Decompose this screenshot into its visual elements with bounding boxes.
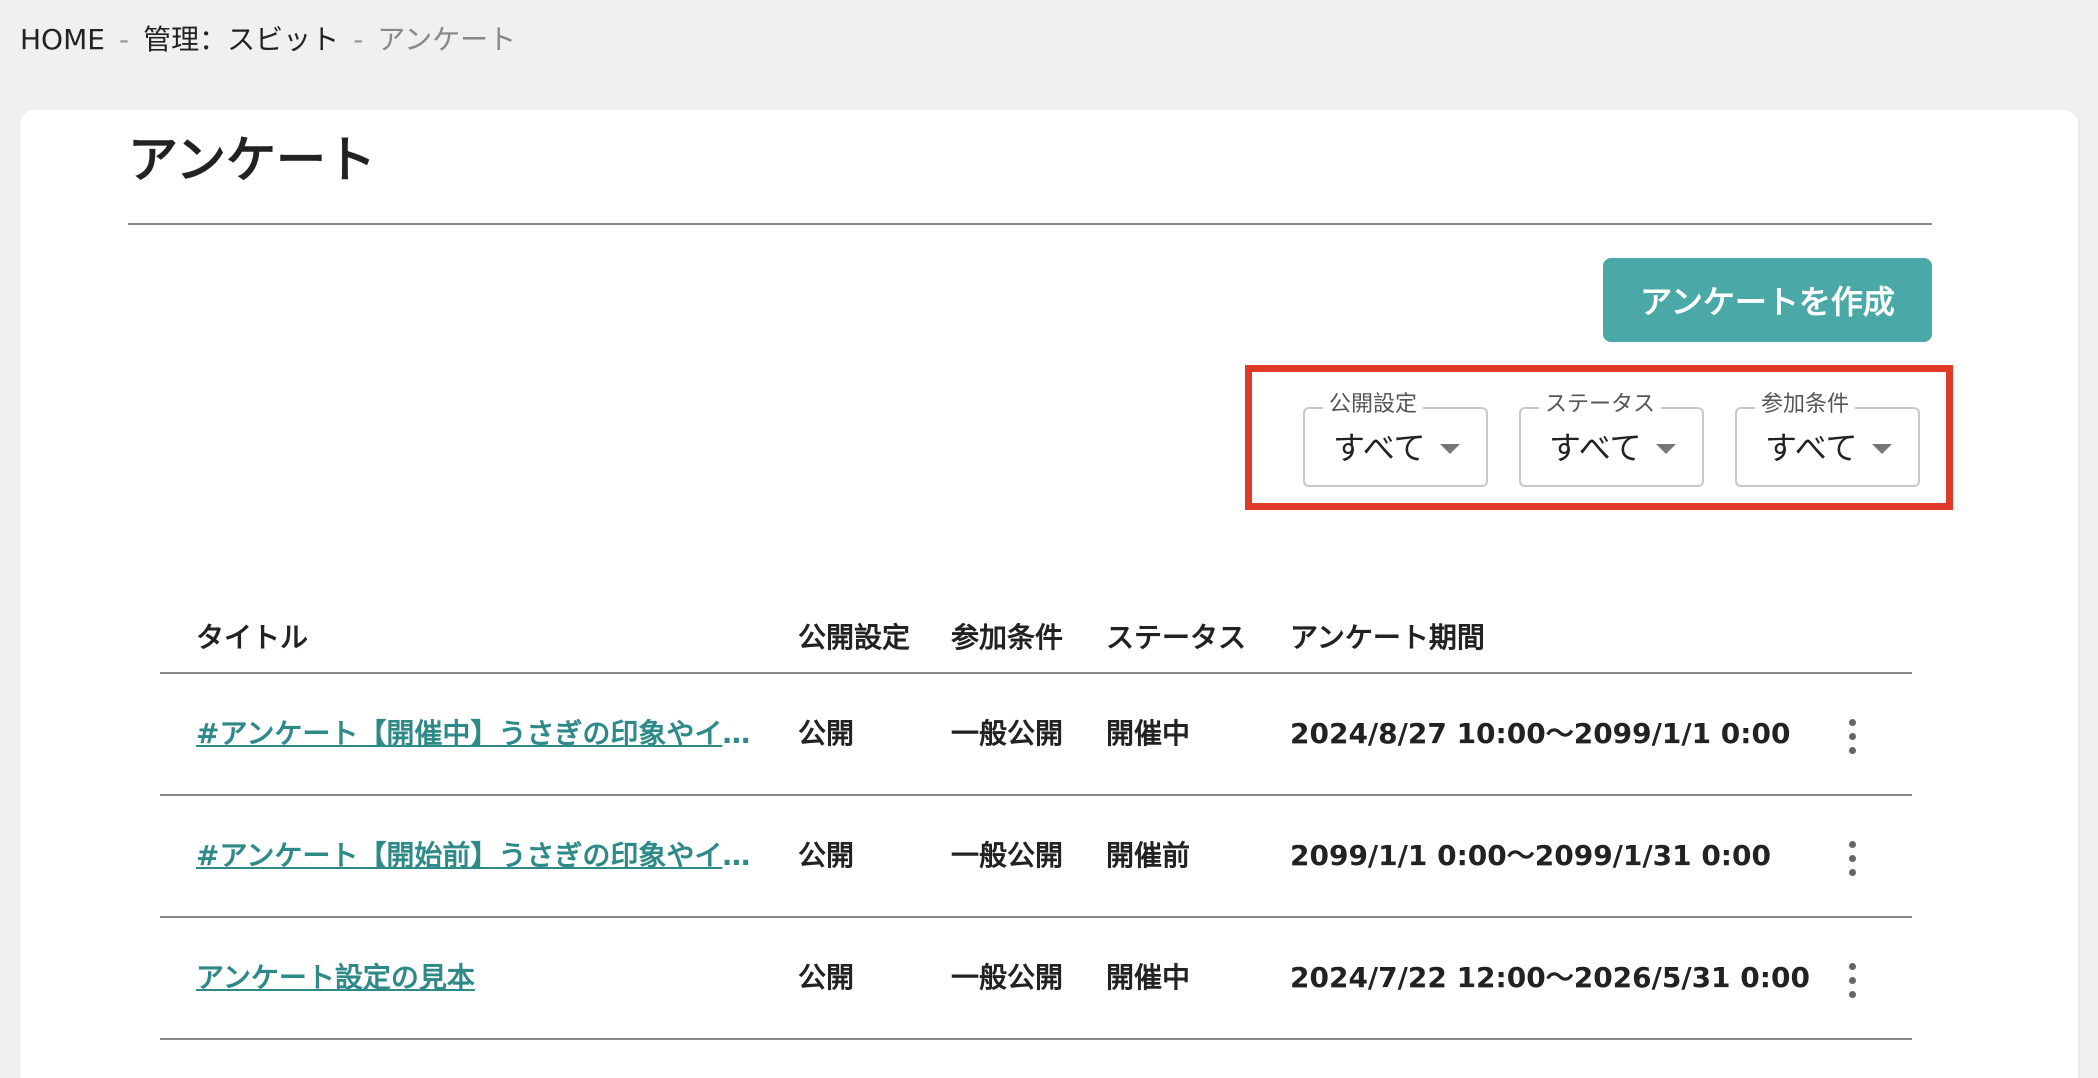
caret-down-icon: [1872, 444, 1892, 454]
more-vertical-icon[interactable]: [1832, 714, 1872, 758]
survey-title-link[interactable]: アンケート設定の見本: [196, 958, 475, 998]
visibility-cell: 公開: [798, 961, 855, 994]
filter-visibility-value: すべて: [1333, 429, 1426, 467]
breadcrumb-separator: -: [353, 23, 364, 56]
status-cell: 開催中: [1106, 961, 1191, 994]
visibility-cell: 公開: [798, 717, 855, 750]
more-vertical-icon[interactable]: [1832, 836, 1872, 880]
column-header-status: ステータス: [1106, 621, 1247, 654]
table-row: #アンケート【開始前】うさぎの印象やイメ… 公開 一般公開 開催前 2099/1…: [160, 796, 1912, 918]
filter-visibility-select[interactable]: 公開設定 すべて: [1303, 390, 1488, 487]
column-header-condition: 参加条件: [951, 621, 1064, 654]
filter-condition-select[interactable]: 参加条件 すべて: [1735, 390, 1920, 487]
column-header-period: アンケート期間: [1290, 621, 1485, 654]
survey-title-link[interactable]: #アンケート【開始前】うさぎの印象やイメ…: [196, 836, 766, 876]
filter-condition-value: すべて: [1765, 429, 1858, 467]
more-vertical-icon[interactable]: [1832, 958, 1872, 1002]
period-cell: 2024/7/22 12:00〜2026/5/31 0:00: [1290, 961, 1810, 994]
condition-cell: 一般公開: [951, 839, 1064, 872]
column-header-title: タイトル: [196, 621, 309, 654]
survey-title-link[interactable]: #アンケート【開催中】うさぎの印象やイメ…: [196, 714, 766, 754]
caret-down-icon: [1440, 444, 1460, 454]
condition-cell: 一般公開: [951, 717, 1064, 750]
table-row: アンケート設定の見本 公開 一般公開 開催中 2024/7/22 12:00〜2…: [160, 918, 1912, 1040]
breadcrumb-admin[interactable]: 管理：スビット: [143, 20, 339, 60]
title-divider: [128, 223, 1932, 225]
period-cell: 2099/1/1 0:00〜2099/1/31 0:00: [1290, 839, 1771, 872]
period-cell: 2024/8/27 10:00〜2099/1/1 0:00: [1290, 717, 1791, 750]
breadcrumb-current: アンケート: [377, 23, 517, 56]
create-survey-button[interactable]: アンケートを作成: [1603, 258, 1932, 342]
caret-down-icon: [1656, 444, 1676, 454]
filter-status-value: すべて: [1549, 429, 1642, 467]
page-title: アンケート: [128, 131, 376, 189]
filter-status-select[interactable]: ステータス すべて: [1519, 390, 1704, 487]
breadcrumb: HOME - 管理：スビット - アンケート: [20, 20, 516, 60]
filter-status-label: ステータス: [1539, 390, 1662, 420]
breadcrumb-separator: -: [118, 23, 130, 56]
table-row: #アンケート【開催中】うさぎの印象やイメ… 公開 一般公開 開催中 2024/8…: [160, 674, 1912, 796]
breadcrumb-home[interactable]: HOME: [20, 20, 105, 60]
status-cell: 開催中: [1106, 717, 1191, 750]
table-header: タイトル 公開設定 参加条件 ステータス アンケート期間: [160, 600, 1912, 674]
column-header-visibility: 公開設定: [798, 621, 911, 654]
condition-cell: 一般公開: [951, 961, 1064, 994]
filter-condition-label: 参加条件: [1755, 390, 1856, 420]
filter-visibility-label: 公開設定: [1323, 390, 1424, 420]
status-cell: 開催前: [1106, 839, 1191, 872]
visibility-cell: 公開: [798, 839, 855, 872]
